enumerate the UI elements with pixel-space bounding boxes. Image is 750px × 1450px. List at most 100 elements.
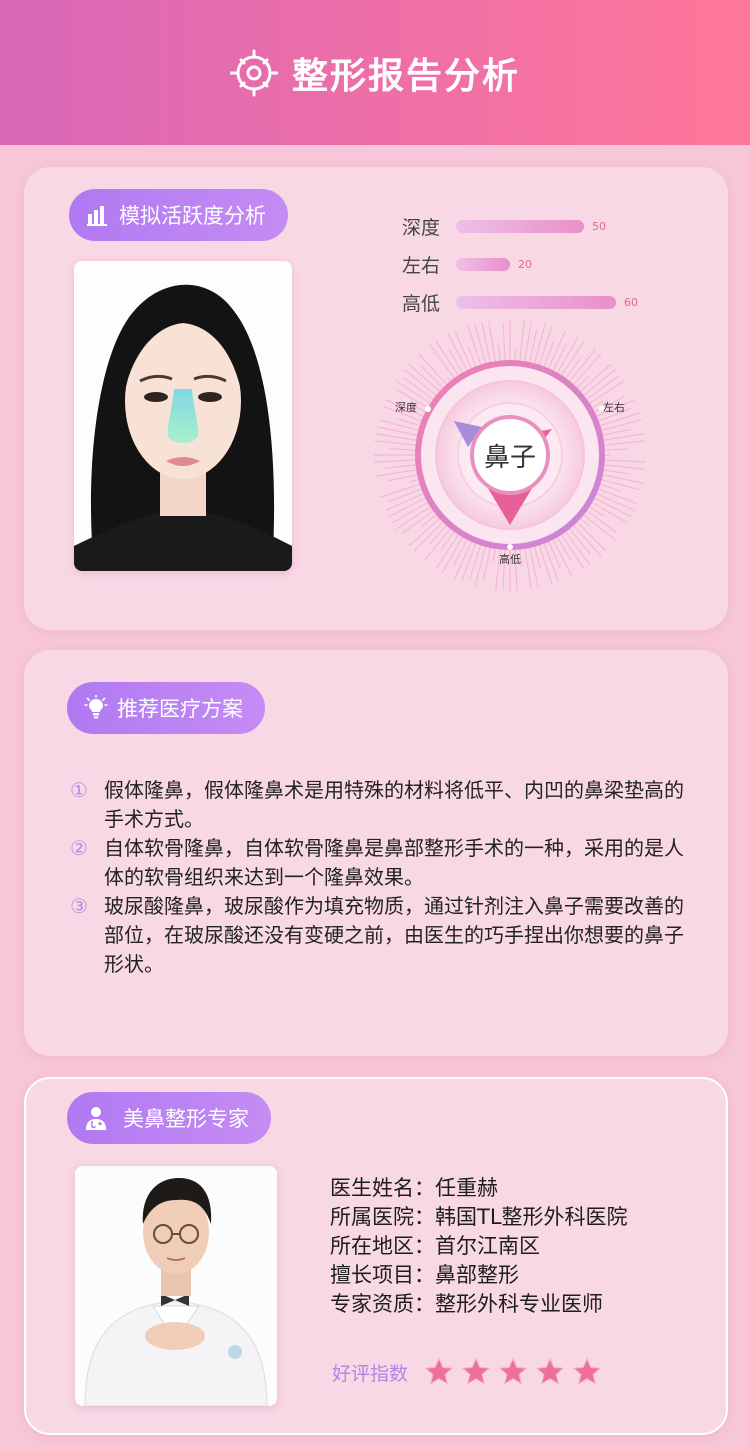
- doctor-icon: [86, 1107, 106, 1130]
- plan-card: 推荐医疗方案 ① 假体隆鼻，假体隆鼻术是用特殊的材料将低平、内凹的鼻梁垫高的手术…: [24, 650, 728, 1056]
- doctor-specialty-row: 擅长项目： 鼻部整形: [330, 1261, 628, 1290]
- plan-item-number: ②: [70, 836, 88, 860]
- metric-bar: [456, 220, 584, 233]
- metric-height: 高低 60: [402, 289, 638, 316]
- rating-stars: [424, 1357, 609, 1387]
- dial-ray: [586, 504, 605, 517]
- dial-ray: [474, 543, 487, 587]
- dial-ray: [408, 363, 443, 394]
- bar-chart-icon: [87, 206, 107, 226]
- plan-item-number: ③: [70, 894, 88, 918]
- dial-ray: [601, 448, 628, 451]
- field-label: 医生姓名：: [330, 1176, 435, 1200]
- dial-ray: [390, 448, 419, 451]
- expert-pill: 美鼻整形专家: [67, 1092, 271, 1144]
- plan-item-text: 假体隆鼻，假体隆鼻术是用特殊的材料将低平、内凹的鼻梁垫高的手术方式。: [104, 778, 684, 831]
- dial-dot-bottom: [507, 544, 513, 550]
- dial-ray: [598, 419, 642, 432]
- star-icon: [572, 1357, 602, 1385]
- dial-label-right: 左右: [603, 400, 625, 414]
- dial-ray: [418, 353, 449, 388]
- metric-leftright: 左右 20: [402, 251, 532, 278]
- doctor-name-row: 医生姓名： 任重赫: [330, 1174, 628, 1203]
- dial-ray: [581, 512, 617, 542]
- metric-value: 20: [518, 258, 532, 271]
- dial-ray: [403, 368, 439, 398]
- rating: 好评指数: [332, 1357, 609, 1387]
- field-label: 专家资质：: [330, 1292, 435, 1316]
- dial-ray: [448, 349, 465, 376]
- radar-dial: 鼻子 深度 左右 高低: [374, 319, 646, 591]
- metric-depth: 深度 50: [402, 213, 606, 240]
- dial-ray: [555, 534, 572, 561]
- dial-ray: [421, 512, 439, 528]
- field-value: 整形外科专业医师: [435, 1292, 603, 1316]
- dial-dot-left: [425, 406, 431, 412]
- plan-item: ③ 玻尿酸隆鼻，玻尿酸作为填充物质，通过针剂注入鼻子需要改善的部位，在玻尿酸还没…: [70, 892, 690, 979]
- page-title: 整形报告分析: [291, 55, 520, 97]
- metric-label: 深度: [402, 217, 441, 239]
- dial-ray: [574, 519, 607, 552]
- plan-item: ② 自体软骨隆鼻，自体软骨隆鼻是鼻部整形手术的一种，采用的是人体的软骨组织来达到…: [70, 834, 690, 892]
- dial-ray: [577, 363, 612, 394]
- field-label: 所在地区：: [330, 1234, 435, 1258]
- dial-ray: [598, 478, 642, 491]
- dial-ray: [384, 464, 419, 469]
- field-value: 首尔江南区: [435, 1234, 540, 1258]
- doctor-photo: [75, 1166, 277, 1406]
- plan-item-text: 自体软骨隆鼻，自体软骨隆鼻是鼻部整形手术的一种，采用的是人体的软骨组织来达到一个…: [104, 836, 684, 889]
- dial-ray: [567, 348, 597, 384]
- metric-bar: [456, 296, 616, 309]
- dial-ray: [467, 325, 483, 368]
- analysis-pill: 模拟活跃度分析: [69, 189, 288, 241]
- dial-ray: [440, 529, 457, 551]
- field-label: 擅长项目：: [330, 1263, 435, 1287]
- dial-ray: [474, 323, 487, 367]
- field-label: 所属医院：: [330, 1205, 435, 1229]
- dial-ray: [574, 375, 590, 391]
- expert-pill-label: 美鼻整形专家: [123, 1107, 249, 1131]
- page-header: 整形报告分析: [0, 0, 750, 145]
- dial-ray: [408, 516, 443, 547]
- dial-ray: [374, 440, 419, 446]
- dial-ray: [519, 319, 525, 364]
- dial-ray: [571, 522, 602, 557]
- dial-ray: [601, 464, 646, 470]
- dial-ray: [453, 536, 469, 566]
- dial-ray: [559, 531, 585, 570]
- plan-list: ① 假体隆鼻，假体隆鼻术是用特殊的材料将低平、内凹的鼻梁垫高的手术方式。 ② 自…: [70, 776, 690, 979]
- field-value: 任重赫: [435, 1176, 498, 1200]
- lightbulb-icon: [84, 695, 108, 719]
- dial-ray: [435, 340, 461, 379]
- dial-ray: [601, 459, 646, 463]
- dial-ray: [374, 459, 419, 463]
- dial-ray: [533, 323, 546, 367]
- expert-card: 美鼻整形专家 医生姓名： 任重赫 所属医院： 韩国TL整形外科医院 所在地区： …: [24, 1077, 728, 1435]
- star-icon: [498, 1357, 528, 1385]
- doctor-region-row: 所在地区： 首尔江南区: [330, 1232, 628, 1261]
- field-value: 韩国TL整形外科医院: [435, 1205, 628, 1229]
- doctor-info: 医生姓名： 任重赫 所属医院： 韩国TL整形外科医院 所在地区： 首尔江南区 擅…: [330, 1174, 628, 1319]
- rating-label: 好评指数: [332, 1362, 409, 1385]
- analysis-pill-label: 模拟活跃度分析: [119, 204, 266, 228]
- plan-pill: 推荐医疗方案: [67, 682, 265, 734]
- dial-ray: [563, 529, 591, 566]
- star-icon: [461, 1357, 491, 1385]
- dial-ray: [601, 440, 646, 446]
- dial-ray: [551, 344, 567, 374]
- dial-ray: [581, 368, 617, 398]
- face-scan-icon: [229, 49, 278, 96]
- metric-label: 左右: [402, 255, 441, 277]
- dial-label-left: 深度: [395, 400, 417, 414]
- dial-ray: [597, 412, 640, 428]
- star-icon: [535, 1357, 565, 1385]
- doctor-qualification-row: 专家资质： 整形外科专业医师: [330, 1290, 628, 1319]
- dial-ray: [469, 542, 483, 579]
- dial-ray: [537, 542, 553, 585]
- metric-value: 60: [624, 296, 638, 309]
- plan-item-text: 玻尿酸隆鼻，玻尿酸作为填充物质，通过针剂注入鼻子需要改善的部位，在玻尿酸还没有变…: [104, 894, 684, 976]
- field-value: 鼻部整形: [435, 1263, 519, 1287]
- metric-bar: [456, 258, 510, 271]
- dial-ray: [429, 344, 457, 381]
- dial-ray: [542, 340, 555, 370]
